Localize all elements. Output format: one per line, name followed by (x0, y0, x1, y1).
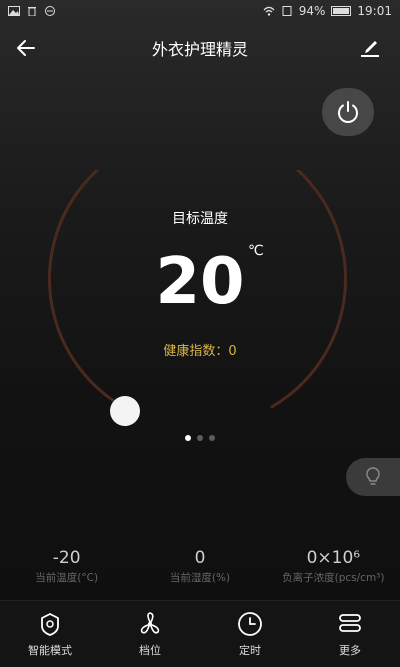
page-dot[interactable] (185, 435, 191, 441)
target-temperature-value: 20 (155, 245, 245, 319)
power-button[interactable] (322, 88, 374, 136)
nav-label: 档位 (139, 644, 161, 657)
stat-current-humidity: 0 当前湿度(%) (133, 548, 266, 585)
clock-icon (238, 612, 262, 636)
stat-label: 负离子浓度(pcs/cm³) (282, 572, 385, 584)
app-bar: 外衣护理精灵 (0, 30, 400, 66)
dial-handle[interactable] (110, 396, 140, 426)
target-temperature-label: 目标温度 (172, 211, 228, 227)
status-bar: 94% 19:01 (0, 0, 400, 22)
stat-anion-concentration: 0×10⁶ 负离子浓度(pcs/cm³) (267, 548, 400, 585)
stat-label: 当前湿度(%) (169, 572, 231, 584)
page-indicator (0, 435, 400, 441)
lightbulb-icon (366, 467, 380, 485)
stat-value: 0×10⁶ (306, 548, 361, 568)
image-icon (8, 6, 20, 16)
battery-percent: 94% (298, 4, 326, 18)
status-right: 94% 19:01 (263, 4, 392, 18)
more-icon (339, 614, 361, 632)
stat-value: -20 (52, 548, 81, 568)
clock-time: 19:01 (357, 4, 392, 18)
page-title: 外衣护理精灵 (151, 40, 248, 59)
wifi-icon (263, 6, 275, 16)
page-dot[interactable] (209, 435, 215, 441)
nav-label: 智能模式 (28, 644, 72, 657)
bottom-nav: 智能模式 档位 定时 更多 (0, 600, 400, 667)
smart-mode-icon (41, 613, 59, 636)
back-arrow-icon[interactable] (14, 36, 40, 60)
fan-icon (140, 612, 160, 634)
nav-smart-mode[interactable]: 智能模式 (0, 601, 100, 667)
nav-fan-level[interactable]: 档位 (100, 601, 200, 667)
dnd-icon (45, 6, 55, 16)
stat-value: 0 (194, 548, 206, 568)
page-dot[interactable] (197, 435, 203, 441)
nav-label: 定时 (239, 644, 261, 657)
light-button[interactable] (346, 458, 400, 496)
nav-more[interactable]: 更多 (300, 601, 400, 667)
stat-label: 当前温度(°C) (35, 572, 99, 584)
status-left (8, 6, 56, 16)
nav-label: 更多 (339, 644, 361, 657)
health-index: 健康指数：0 (163, 344, 237, 359)
power-icon (338, 101, 358, 123)
sensor-stats: -20 当前温度(°C) 0 当前湿度(%) 0×10⁶ 负离子浓度(pcs/c… (0, 548, 400, 585)
sim-icon (282, 6, 292, 16)
battery-icon (331, 6, 352, 16)
temperature-unit: ℃ (248, 243, 264, 259)
stat-current-temperature: -20 当前温度(°C) (0, 548, 133, 585)
trash-icon (28, 7, 36, 16)
edit-icon[interactable] (358, 36, 382, 60)
nav-timer[interactable]: 定时 (200, 601, 300, 667)
